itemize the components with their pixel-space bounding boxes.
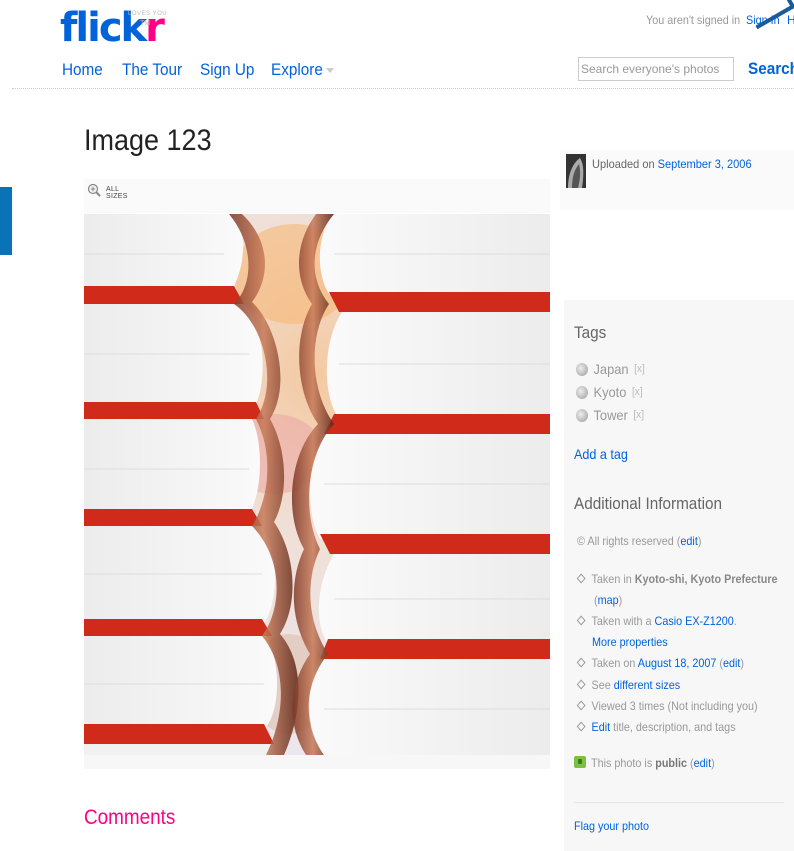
nav-home[interactable]: Home	[62, 60, 103, 80]
bullet-icon	[576, 700, 586, 711]
edit-row: Edit title, description, and tags	[576, 720, 736, 734]
all-sizes-label-2: SIZES	[106, 193, 128, 200]
camera-row: Taken with a Casio EX-Z1200.	[576, 614, 737, 628]
nav-sign-up[interactable]: Sign Up	[200, 60, 254, 80]
logo-tagline: LOVES YOU	[128, 11, 168, 17]
sidebar-divider	[574, 802, 784, 803]
uploaded-info: Uploaded on September 3, 2006	[592, 157, 752, 171]
edit-details-text: title, description, and tags	[610, 720, 736, 734]
bullet-icon	[576, 721, 586, 732]
bullet-icon	[576, 679, 586, 690]
edit-details-link[interactable]: Edit	[592, 720, 611, 734]
views-text: Viewed 3 times (Not including you)	[591, 699, 758, 713]
tag-globe-icon[interactable]	[576, 408, 588, 422]
additional-info-heading: Additional Information	[574, 494, 722, 513]
taken-in-place: Kyoto-shi, Kyoto Prefecture	[634, 572, 778, 586]
privacy-row: This photo is public (edit)	[591, 756, 715, 770]
rights-edit-link[interactable]: edit	[680, 534, 697, 548]
logo-trademark: TM	[140, 20, 151, 27]
photo-image[interactable]	[84, 214, 550, 755]
tag-item: Kyoto [x]	[576, 384, 643, 400]
bullet-icon	[576, 657, 586, 668]
uploaded-date-link[interactable]: September 3, 2006	[658, 157, 752, 171]
comments-heading: Comments	[84, 806, 176, 829]
tags-heading: Tags	[574, 323, 607, 342]
signed-out-text: You aren't signed in	[646, 13, 741, 27]
sizes-row: See different sizes	[576, 678, 680, 692]
taken-on-prefix: Taken on	[591, 656, 638, 670]
more-properties-link[interactable]: More properties	[592, 635, 668, 649]
nav-the-tour[interactable]: The Tour	[122, 60, 182, 80]
rights-info: © All rights reserved (edit)	[577, 534, 702, 548]
tag-label[interactable]: Tower	[593, 407, 627, 423]
photo-footer	[84, 755, 550, 769]
map-row: (map)	[594, 593, 623, 607]
help-link[interactable]: H	[787, 13, 794, 27]
tag-label[interactable]: Japan	[593, 361, 628, 377]
tag-remove-button[interactable]: [x]	[632, 386, 643, 398]
bullet-icon	[576, 573, 586, 584]
taken-on-edit-link[interactable]: edit	[723, 656, 740, 670]
nav-explore[interactable]: Explore	[271, 60, 323, 80]
taken-with-prefix: Taken with a	[591, 614, 655, 628]
page-title: Image 123	[84, 124, 212, 157]
tag-item: Tower [x]	[576, 407, 644, 423]
tag-remove-button[interactable]: [x]	[633, 409, 644, 421]
camera-link[interactable]: Casio EX-Z1200	[655, 614, 734, 628]
rights-text: © All rights reserved	[577, 534, 674, 548]
different-sizes-link[interactable]: different sizes	[614, 678, 680, 692]
taken-in-prefix: Taken in	[591, 572, 635, 586]
see-prefix: See	[591, 678, 614, 692]
tag-label[interactable]: Kyoto	[593, 384, 626, 400]
zoom-icon[interactable]	[87, 183, 101, 197]
views-row: Viewed 3 times (Not including you)	[576, 699, 758, 713]
bullet-icon	[576, 615, 586, 626]
taken-on-row: Taken on August 18, 2007 (edit)	[576, 656, 744, 670]
avatar[interactable]	[566, 154, 586, 188]
header-divider	[12, 88, 794, 89]
search-button[interactable]: Search	[748, 59, 794, 79]
tag-globe-icon[interactable]	[576, 385, 588, 399]
flag-photo-link[interactable]: Flag your photo	[574, 819, 649, 833]
uploaded-prefix: Uploaded on	[592, 157, 658, 171]
all-sizes-label-1: ALL	[106, 186, 120, 193]
side-marker	[0, 187, 12, 255]
tag-remove-button[interactable]: [x]	[634, 363, 645, 375]
privacy-edit-link[interactable]: edit	[694, 756, 711, 770]
taken-in-row: Taken in Kyoto-shi, Kyoto Prefecture	[576, 572, 778, 586]
privacy-prefix: This photo is	[591, 756, 656, 770]
public-lock-icon	[574, 756, 586, 768]
map-link[interactable]: map	[598, 593, 619, 607]
photo-toolbar	[84, 179, 550, 213]
tag-item: Japan [x]	[576, 361, 645, 377]
explore-chevron-down-icon[interactable]	[326, 68, 334, 73]
privacy-status: public	[655, 756, 688, 770]
all-sizes-button[interactable]: ALL SIZES	[106, 186, 128, 200]
add-tag-link[interactable]: Add a tag	[574, 446, 628, 462]
tag-globe-icon[interactable]	[576, 362, 588, 376]
search-input[interactable]	[578, 57, 734, 81]
taken-on-date-link[interactable]: August 18, 2007	[638, 656, 717, 670]
